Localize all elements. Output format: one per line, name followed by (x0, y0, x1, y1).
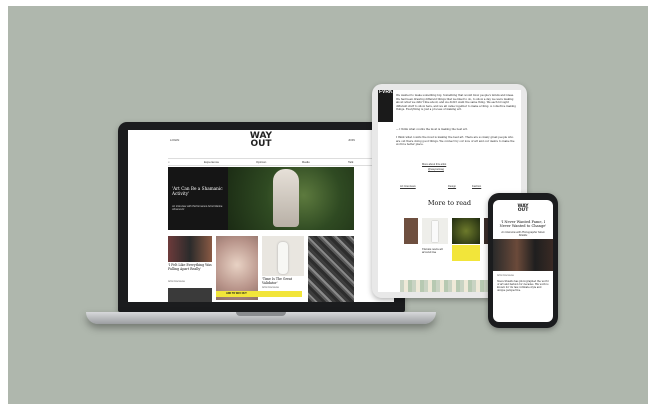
tablet-card-2[interactable] (422, 218, 448, 244)
phone-logo[interactable]: WAY OUT (516, 204, 530, 213)
hero-text-panel (168, 167, 228, 230)
tablet-paragraph-3: I think what counts the most is making t… (396, 136, 515, 146)
tablet-artist-link[interactable]: More about this artist (422, 163, 446, 166)
tablet-side-strip: FVRK (378, 90, 393, 122)
hero-title[interactable]: 'Art Can Be a Shamanic Activity' (172, 186, 228, 197)
site-header: LOGIN WAY OUT JOIN (128, 130, 394, 158)
tablet-paragraph-2: — I think what counts the most is making… (396, 128, 468, 131)
card4-photo[interactable] (308, 236, 354, 302)
tablet-handle-link[interactable]: @wayoutmag (428, 168, 444, 171)
nav-opinion[interactable]: Opinion (256, 160, 266, 164)
card3-photo[interactable] (262, 236, 304, 276)
search-icon[interactable]: ⌕ (168, 160, 170, 164)
site-logo[interactable]: WAY OUT (246, 131, 276, 148)
tablet-tag-3[interactable]: Fashion (472, 185, 481, 188)
card3-figure (278, 242, 288, 274)
login-link[interactable]: LOGIN (170, 138, 179, 142)
phone-screen: WAY OUT 'I Never Wanted Fame, I Never Wan… (493, 200, 553, 322)
tablet-tag-1[interactable]: Art Interviews (400, 185, 416, 188)
tablet-card-caption[interactable]: Visions were all around me (422, 248, 448, 254)
nav-talk[interactable]: Talk (348, 160, 353, 164)
phone-article-meta: Artist Interviews (497, 274, 514, 277)
hero-person-figure (273, 169, 299, 227)
tablet-card-2-figure (432, 221, 438, 242)
phone-article-title[interactable]: 'I Never Wanted Fame, I Never Wanted to … (497, 220, 549, 229)
tablet-paragraph-1: We wanted to make something big. Somethi… (396, 94, 516, 111)
phone-article-photo (493, 239, 553, 271)
join-link[interactable]: JOIN (348, 138, 355, 142)
laptop-notch (236, 312, 286, 316)
hero-subtitle: An Interview with Performance Artist Mar… (172, 205, 223, 212)
phone-article-body: Steve Shields has photographed the world… (497, 280, 549, 293)
hero-article[interactable]: 'Art Can Be a Shamanic Activity' An Inte… (168, 167, 354, 230)
phone-article-subtitle: An Interview with Photographer Steve Shi… (501, 231, 545, 238)
card1-meta: Artist Interviews (168, 280, 185, 283)
card1-title[interactable]: 'I Felt Like Everything Was Falling Apar… (168, 263, 214, 271)
card3-title[interactable]: 'Time Is The Great Validator' (262, 277, 306, 285)
add-to-wayout-button[interactable]: ADD TO WAY OUT (226, 292, 247, 295)
site-nav: ⌕ Experience Opinion Radio Talk (168, 158, 392, 166)
tablet-card-1[interactable] (404, 218, 418, 244)
card1-photo-2 (168, 288, 212, 302)
nav-experience[interactable]: Experience (204, 160, 219, 164)
card1-photo[interactable] (168, 236, 212, 262)
nav-radio[interactable]: Radio (302, 160, 310, 164)
card3-meta: Artist Interviews (262, 286, 279, 289)
tablet-card-3-label (452, 245, 480, 261)
tablet-card-3[interactable] (452, 218, 480, 244)
tablet-tag-2[interactable]: Design (448, 185, 456, 188)
laptop-screen: LOGIN WAY OUT JOIN ⌕ Experience Opinion R… (128, 130, 394, 302)
